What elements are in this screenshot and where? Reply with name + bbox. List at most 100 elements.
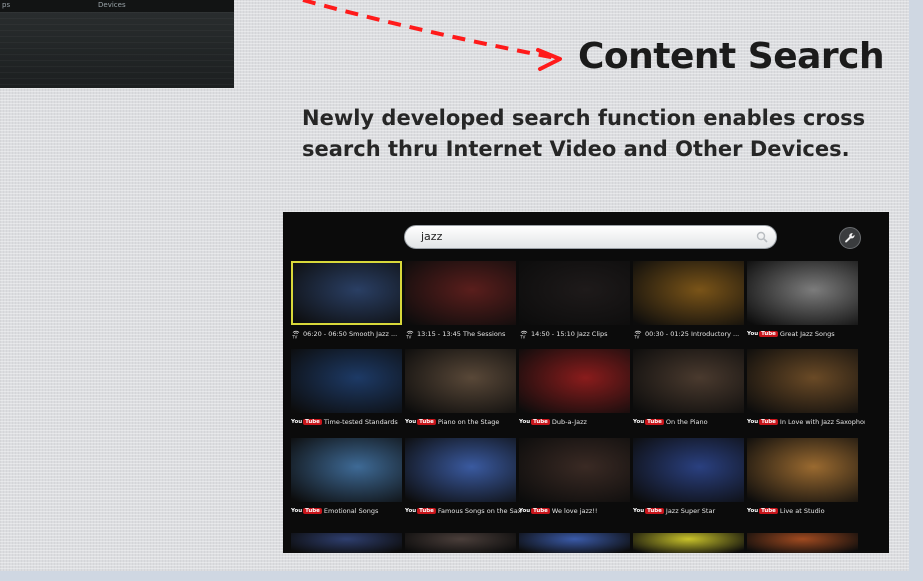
youtube-icon: You Tube [633,418,664,426]
result-tile[interactable]: You Tube Emotional Songs [291,438,402,522]
result-thumbnail [747,261,858,325]
result-tile[interactable]: TV 14:50 - 15:10 Jazz Clips [519,261,630,345]
result-tile[interactable]: You Tube Great Jazz Songs [747,261,858,345]
youtube-icon-tube: Tube [531,508,550,514]
result-caption: You Tube We love jazz!! [519,504,637,518]
svg-text:TV: TV [519,335,526,339]
youtube-icon: You Tube [519,507,550,515]
result-caption: YouTubeIn Love with Jazz Saxophonist [747,415,865,429]
result-caption: You Tube Great Jazz Songs [747,327,865,341]
youtube-icon-prefix: You [291,419,303,425]
result-caption: You Tube Time-tested Standards [291,415,409,429]
svg-text:TV: TV [291,335,298,339]
result-thumbnail-partial[interactable] [405,533,516,553]
result-thumbnail-partial[interactable] [291,533,402,553]
result-thumbnail [291,349,402,413]
result-caption: You Tube Live at Studio [747,504,865,518]
youtube-icon-tube: Tube [303,419,322,425]
slide-right-border [909,0,923,581]
result-thumbnail-partial[interactable] [747,533,858,553]
result-thumbnail-partial[interactable] [519,533,630,553]
youtube-icon-prefix: You [747,331,759,337]
youtube-icon-prefix: You [405,508,417,514]
slide-description: Newly developed search function enables … [302,106,866,161]
result-caption: You Tube Emotional Songs [291,504,409,518]
search-query: jazz [421,230,443,243]
result-tile[interactable]: TV 00:30 - 01:25 Introductory ... [633,261,744,345]
result-tile[interactable]: You Tube On the Piano [633,349,744,433]
result-title: Jazz Super Star [665,507,716,515]
slide-title: Content Search [578,36,885,77]
result-title: 06:20 - 06:50 Smooth Jazz ... [303,330,398,338]
result-thumbnail [405,349,516,413]
tv-broadcast-icon: TV [405,330,414,339]
result-title: On the Piano [665,418,708,426]
tools-button[interactable] [839,227,861,249]
youtube-icon-tube: Tube [759,419,778,425]
result-thumbnail [291,438,402,502]
youtube-icon-tube: Tube [759,331,778,337]
youtube-icon: You Tube [519,418,550,426]
svg-text:TV: TV [633,335,640,339]
result-title: Famous Songs on the Sax [437,507,522,515]
result-title: Dub-a-Jazz [551,418,587,426]
previous-screenshot: ps Devices [0,0,234,88]
previous-tab-apps: ps [2,1,11,9]
youtube-icon: You Tube [291,507,322,515]
result-caption: You Tube Famous Songs on the Sax [405,504,523,518]
youtube-icon: You Tube [405,418,436,426]
result-title: Great Jazz Songs [779,330,835,338]
youtube-icon-tube: Tube [531,419,550,425]
result-tile[interactable]: TV 06:20 - 06:50 Smooth Jazz ... [291,261,402,345]
result-tile[interactable]: You Tube We love jazz!! [519,438,630,522]
youtube-icon: You Tube [747,507,778,515]
tv-broadcast-icon: TV [633,330,642,339]
youtube-icon-tube: Tube [417,508,436,514]
result-title: 13:15 - 13:45 The Sessions [417,330,506,338]
result-tile[interactable]: You Tube Jazz Super Star [633,438,744,522]
result-thumbnail [633,261,744,325]
youtube-icon-tube: Tube [303,508,322,514]
result-tile[interactable]: TV 13:15 - 13:45 The Sessions [405,261,516,345]
result-tile[interactable]: You Tube Time-tested Standards [291,349,402,433]
youtube-icon-prefix: You [405,419,417,425]
youtube-icon-prefix: You [747,419,759,425]
tv-broadcast-icon: TV [291,330,300,339]
result-tile[interactable]: YouTubeIn Love with Jazz Saxophonist [747,349,865,433]
result-thumbnail [747,438,858,502]
tv-broadcast-icon: TV [519,330,528,339]
svg-text:TV: TV [405,335,412,339]
result-caption: TV 00:30 - 01:25 Introductory ... [633,327,751,341]
youtube-icon-prefix: You [519,419,531,425]
result-thumbnail-selected [291,261,402,325]
result-caption: TV 14:50 - 15:10 Jazz Clips [519,327,637,341]
youtube-icon: You Tube [291,418,322,426]
result-caption: You Tube Dub-a-Jazz [519,415,637,429]
result-title: 14:50 - 15:10 Jazz Clips [531,330,608,338]
youtube-icon-prefix: You [633,508,645,514]
previous-screenshot-body [0,12,234,88]
result-thumbnail [519,438,630,502]
result-thumbnail [633,349,744,413]
result-tile[interactable]: You Tube Piano on the Stage [405,349,516,433]
result-title: We love jazz!! [551,507,598,515]
result-caption: You Tube Piano on the Stage [405,415,523,429]
youtube-icon-tube: Tube [417,419,436,425]
result-tile[interactable]: You Tube Famous Songs on the Sax [405,438,522,522]
result-title: Time-tested Standards [323,418,398,426]
result-title: 00:30 - 01:25 Introductory ... [645,330,740,338]
youtube-icon: You Tube [747,330,778,338]
result-tile[interactable]: You Tube Dub-a-Jazz [519,349,630,433]
youtube-icon-tube: Tube [645,508,664,514]
youtube-icon-tube: Tube [759,508,778,514]
result-title: Emotional Songs [323,507,379,515]
search-input[interactable]: jazz [404,225,777,249]
tv-search-screen: jazz TV 06:20 - 06:50 Smooth Jazz ... TV 13… [283,212,889,553]
result-tile[interactable]: You Tube Live at Studio [747,438,858,522]
result-thumbnail-partial[interactable] [633,533,744,553]
result-thumbnail [519,261,630,325]
youtube-icon: You Tube [633,507,664,515]
search-icon[interactable] [756,231,768,243]
slide-bottom-border [0,571,923,581]
result-thumbnail [405,438,516,502]
